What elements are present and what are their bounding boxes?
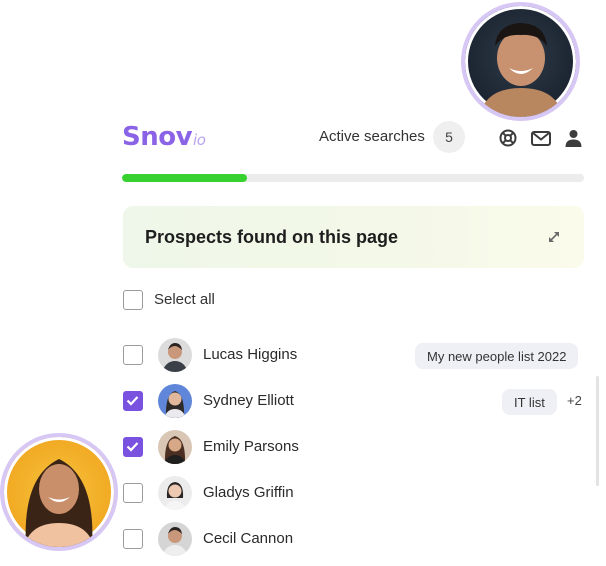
logo-suffix: io [193, 131, 206, 149]
support-icon[interactable] [499, 129, 517, 147]
prospect-checkbox[interactable] [123, 391, 143, 411]
more-tags-count[interactable]: +2 [567, 393, 582, 408]
prospect-name[interactable]: Lucas Higgins [203, 346, 297, 363]
list-tag[interactable]: My new people list 2022 [415, 343, 579, 369]
select-all-label: Select all [154, 291, 215, 308]
check-icon [126, 442, 139, 452]
mail-icon[interactable] [531, 131, 551, 146]
user-icon[interactable] [565, 129, 582, 147]
banner-title: Prospects found on this page [145, 227, 399, 247]
prospect-checkbox[interactable] [123, 483, 143, 503]
woman-portrait-illustration [24, 459, 94, 547]
avatar [158, 430, 192, 464]
check-icon [126, 396, 139, 406]
search-progress-fill [122, 174, 247, 182]
active-searches-label: Active searches [319, 128, 425, 145]
select-all-checkbox[interactable] [123, 290, 143, 310]
prospect-checkbox[interactable] [123, 437, 143, 457]
avatar [158, 522, 192, 556]
expand-icon[interactable] [548, 231, 560, 243]
list-scrollbar[interactable] [596, 376, 599, 486]
prospect-name[interactable]: Sydney Elliott [203, 392, 294, 409]
avatar [158, 338, 192, 372]
logo-text: Snov [122, 122, 193, 152]
prospect-checkbox[interactable] [123, 345, 143, 365]
active-searches-count[interactable]: 5 [433, 121, 465, 153]
avatar [158, 384, 192, 418]
avatar [158, 476, 192, 510]
list-tag[interactable]: IT list [502, 389, 557, 415]
search-progress-bar [122, 174, 584, 182]
man-portrait-illustration [479, 23, 563, 117]
profile-photo-woman [0, 433, 118, 551]
prospect-name[interactable]: Emily Parsons [203, 438, 299, 455]
prospects-banner: Prospects found on this page [123, 206, 584, 268]
prospect-name[interactable]: Gladys Griffin [203, 484, 294, 501]
snovio-logo: Snovio [122, 122, 206, 152]
profile-photo-man [461, 2, 580, 121]
prospect-checkbox[interactable] [123, 529, 143, 549]
prospect-name[interactable]: Cecil Cannon [203, 530, 293, 547]
